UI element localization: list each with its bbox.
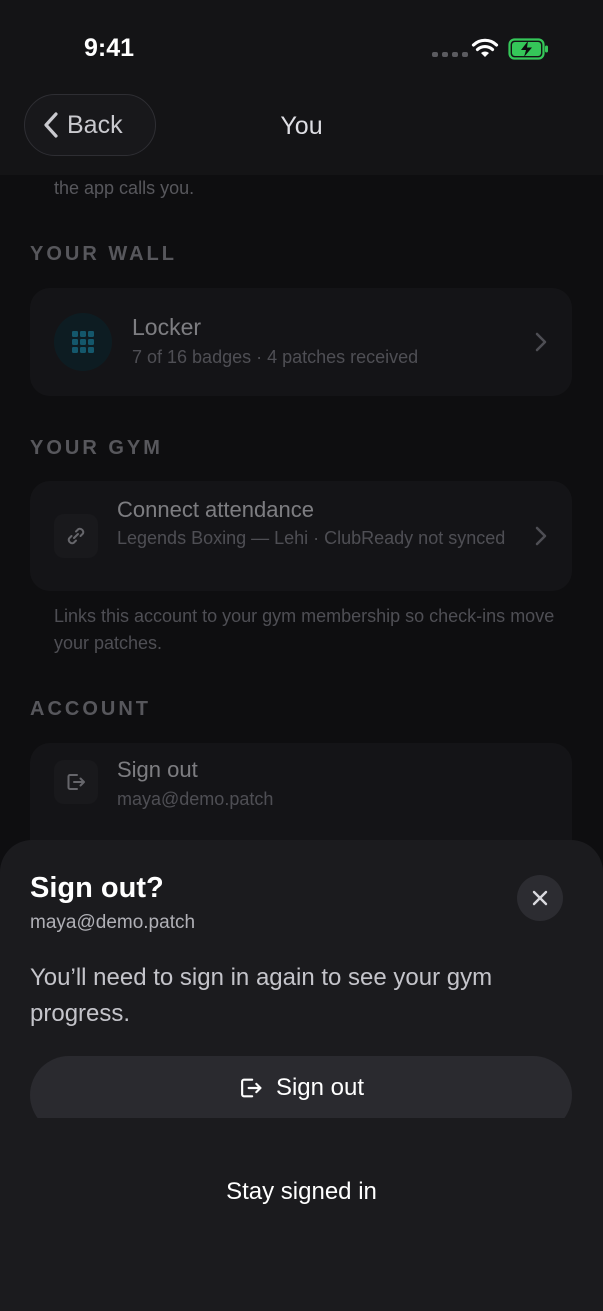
locker-subtitle: 7 of 16 badges · 4 patches received [132, 347, 419, 367]
section-heading-gym: YOUR GYM [30, 437, 163, 459]
page-title: You [280, 112, 323, 140]
gym-helper-text: Links this account to your gym membershi… [54, 606, 555, 653]
sign-out-icon [54, 760, 98, 804]
status-bar: 9:41 [0, 0, 603, 90]
sheet-email: maya@demo.patch [30, 912, 196, 933]
status-time: 9:41 [84, 34, 135, 62]
stay-signed-in-button[interactable]: Stay signed in [0, 1178, 603, 1206]
battery-charging-icon [508, 38, 548, 60]
signal-dots-icon [432, 52, 468, 57]
nav-bar: Back You [0, 90, 603, 175]
close-icon [532, 890, 548, 906]
sign-out-icon [241, 1078, 262, 1098]
sign-out-row-email: maya@demo.patch [117, 789, 274, 809]
screen: 9:41 Back You the app calls you. YOUR WA… [0, 0, 603, 1311]
connect-attendance-row[interactable]: Connect attendance Legends Boxing — Lehi… [30, 481, 572, 591]
sign-out-row-title: Sign out [117, 757, 198, 782]
grid-icon [54, 313, 112, 371]
wifi-icon [471, 38, 499, 57]
sheet-title: Sign out? [30, 872, 164, 904]
section-heading-account: ACCOUNT [30, 698, 151, 720]
connect-attendance-subtitle: Legends Boxing — Lehi · ClubReady not sy… [117, 528, 506, 548]
chevron-right-icon [535, 332, 547, 352]
intro-text: the app calls you. [54, 178, 195, 198]
confirm-sign-out-button[interactable]: Sign out [30, 1056, 572, 1118]
sign-out-sheet: Sign out? maya@demo.patch You’ll need to… [0, 840, 603, 1311]
close-button[interactable] [517, 875, 563, 921]
settings-content: the app calls you. YOUR WALL Locker 7 of… [0, 175, 603, 875]
locker-title: Locker [132, 314, 202, 340]
confirm-sign-out-label: Sign out [275, 1074, 365, 1101]
link-icon [54, 514, 98, 558]
locker-row[interactable]: Locker 7 of 16 badges · 4 patches receiv… [30, 288, 572, 396]
connect-attendance-title: Connect attendance [117, 497, 314, 522]
chevron-right-icon [535, 526, 547, 546]
sheet-message: You’ll need to sign in again to see your… [30, 964, 493, 1027]
section-heading-wall: YOUR WALL [30, 243, 177, 265]
